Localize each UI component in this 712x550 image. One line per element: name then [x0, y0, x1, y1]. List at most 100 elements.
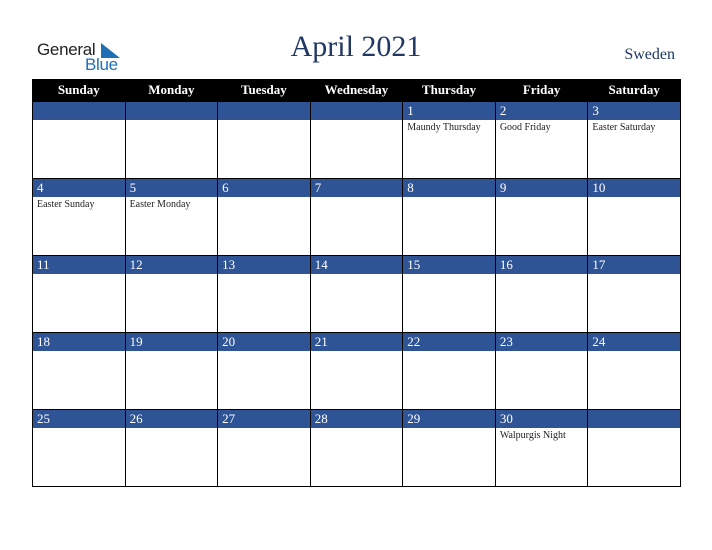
day-cell: 26: [124, 409, 219, 487]
holiday-label: [218, 351, 310, 353]
holiday-label: [33, 351, 125, 353]
holiday-label: [311, 351, 403, 353]
day-cell: [124, 101, 219, 179]
holiday-label: [126, 120, 218, 122]
week-row: 1 Maundy Thursday 2 Good Friday 3 Easter Satu…: [32, 101, 681, 179]
day-number: 23: [495, 333, 588, 351]
holiday-label: [126, 274, 218, 276]
day-number: 13: [218, 256, 310, 274]
day-number: 12: [125, 256, 218, 274]
day-number: 20: [218, 333, 310, 351]
day-cell: 14: [309, 255, 404, 333]
weekday-header: Monday: [124, 79, 219, 102]
holiday-label: [588, 274, 680, 276]
day-number: [218, 102, 310, 120]
day-number: 21: [310, 333, 403, 351]
day-number: 28: [310, 410, 403, 428]
day-number: 2: [495, 102, 588, 120]
day-number: 27: [218, 410, 310, 428]
day-number: 7: [310, 179, 403, 197]
day-cell: 5 Easter Monday: [124, 178, 219, 256]
day-cell: 27: [217, 409, 311, 487]
day-number: 10: [588, 179, 680, 197]
day-number: 11: [33, 256, 125, 274]
day-number: 1: [403, 102, 495, 120]
day-cell: 6: [217, 178, 311, 256]
week-row: 4 Easter Sunday 5 Easter Monday 6 7 8 9 10: [32, 178, 681, 256]
day-cell: 16: [494, 255, 589, 333]
holiday-label: [126, 428, 218, 430]
day-number: 15: [403, 256, 495, 274]
country-label: Sweden: [624, 46, 675, 63]
day-number: 26: [125, 410, 218, 428]
day-cell: 4 Easter Sunday: [32, 178, 126, 256]
day-number: [125, 102, 218, 120]
day-cell: 23: [494, 332, 589, 410]
holiday-label: [403, 197, 495, 199]
day-number: 8: [403, 179, 495, 197]
day-number: 30: [495, 410, 588, 428]
calendar-grid: Sunday Monday Tuesday Wednesday Thursday…: [32, 79, 681, 487]
week-row: 18 19 20 21 22 23 24: [32, 332, 681, 410]
day-cell: 13: [217, 255, 311, 333]
day-cell: 2 Good Friday: [494, 101, 589, 179]
holiday-label: [218, 274, 310, 276]
weekday-header: Wednesday: [309, 79, 404, 102]
day-number: 22: [403, 333, 495, 351]
holiday-label: [33, 274, 125, 276]
holiday-label: [126, 351, 218, 353]
week-row: 11 12 13 14 15 16 17: [32, 255, 681, 333]
day-cell: 25: [32, 409, 126, 487]
holiday-label: [33, 428, 125, 430]
holiday-label: Easter Monday: [129, 199, 191, 210]
weekday-header: Tuesday: [217, 79, 311, 102]
day-number: 24: [588, 333, 680, 351]
holiday-label: Maundy Thursday: [407, 122, 481, 133]
day-number: 6: [218, 179, 310, 197]
day-number: 9: [495, 179, 588, 197]
holiday-label: [218, 197, 310, 199]
day-number: 14: [310, 256, 403, 274]
day-number: 18: [33, 333, 125, 351]
day-cell: 1 Maundy Thursday: [402, 101, 496, 179]
week-row: 25 26 27 28 29 30 Walpurgis Night: [32, 409, 681, 487]
day-cell: [309, 101, 404, 179]
holiday-label: [218, 428, 310, 430]
day-cell: 9: [494, 178, 589, 256]
holiday-label: Easter Sunday: [37, 199, 95, 210]
holiday-label: [403, 274, 495, 276]
holiday-label: [311, 428, 403, 430]
day-cell: 20: [217, 332, 311, 410]
day-cell: 29: [402, 409, 496, 487]
holiday-label: [33, 120, 125, 122]
day-number: [588, 410, 680, 428]
day-cell: [217, 101, 311, 179]
holiday-label: [218, 120, 310, 122]
day-cell: [587, 409, 681, 487]
day-cell: 10: [587, 178, 681, 256]
day-cell: 12: [124, 255, 219, 333]
weekday-header-row: Sunday Monday Tuesday Wednesday Thursday…: [32, 79, 681, 102]
holiday-label: Good Friday: [499, 122, 551, 133]
day-number: [33, 102, 125, 120]
day-cell: 8: [402, 178, 496, 256]
holiday-label: [496, 351, 588, 353]
weekday-header: Sunday: [32, 79, 126, 102]
weekday-header: Saturday: [587, 79, 681, 102]
day-number: 19: [125, 333, 218, 351]
day-number: 17: [588, 256, 680, 274]
day-number: 4: [33, 179, 125, 197]
day-cell: 7: [309, 178, 404, 256]
day-number: 5: [125, 179, 218, 197]
day-number: 3: [588, 102, 680, 120]
holiday-label: Easter Saturday: [592, 122, 656, 133]
day-cell: 22: [402, 332, 496, 410]
day-cell: 19: [124, 332, 219, 410]
day-cell: 30 Walpurgis Night: [494, 409, 589, 487]
holiday-label: [311, 120, 403, 122]
holiday-label: [496, 197, 588, 199]
holiday-label: [403, 351, 495, 353]
holiday-label: [496, 274, 588, 276]
day-number: 29: [403, 410, 495, 428]
holiday-label: [311, 274, 403, 276]
